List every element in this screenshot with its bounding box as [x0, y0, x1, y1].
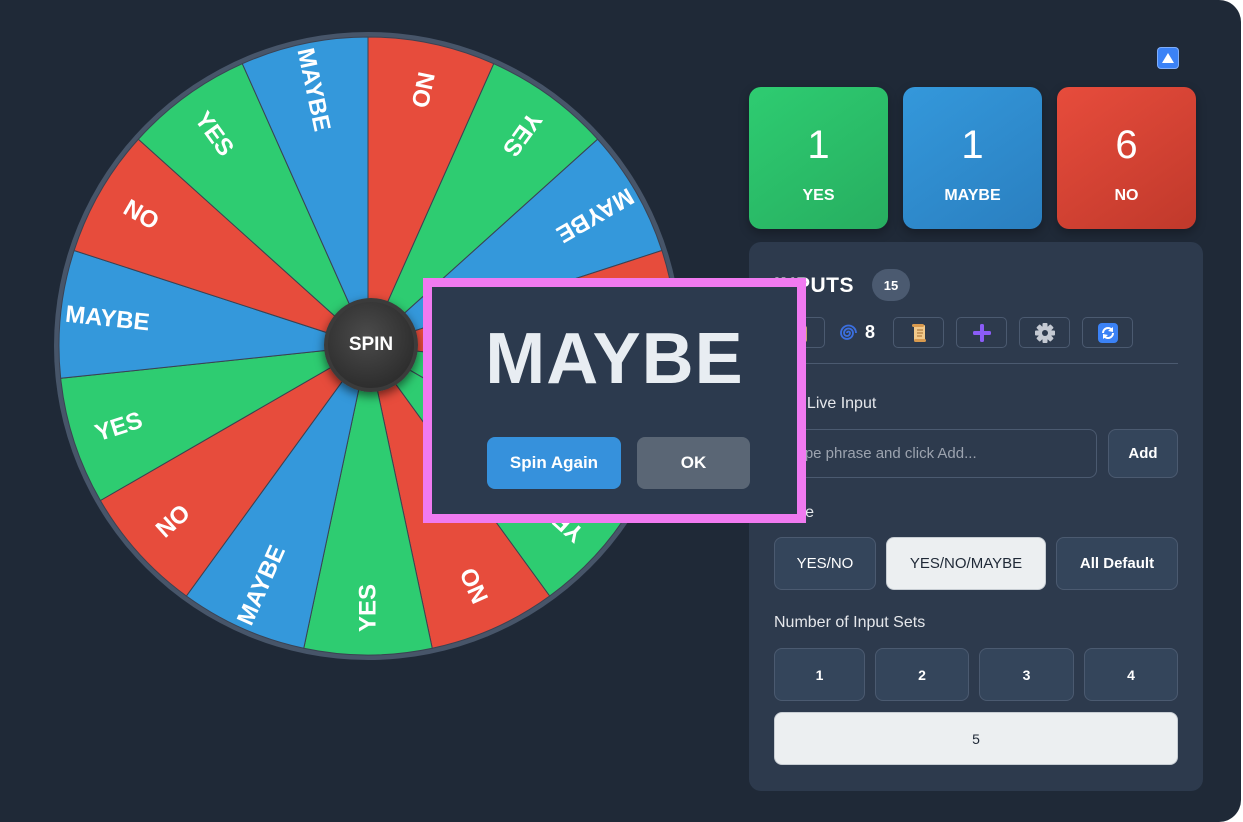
input-sets-1-button[interactable]: 1 — [774, 648, 865, 701]
yes-score-card: 1 YES — [749, 87, 888, 229]
ok-button[interactable]: OK — [637, 437, 750, 489]
input-sets-5-button[interactable]: 5 — [774, 712, 1178, 765]
input-sets-label: Number of Input Sets — [774, 614, 926, 631]
spin-again-button[interactable]: Spin Again — [487, 437, 621, 489]
yes-score-label: YES — [802, 187, 835, 204]
no-score-card: 6 NO — [1057, 87, 1196, 229]
inputs-panel: INPUTS 15 8 Add Live Input Type phrase a… — [749, 242, 1203, 791]
input-sets-3-button[interactable]: 3 — [979, 648, 1074, 701]
refresh-button[interactable] — [1082, 317, 1133, 348]
app-background: YESMAYBENOYESYESNOYESMAYBENOYESMAYBENOYE… — [0, 0, 1241, 822]
add-item-button[interactable] — [956, 317, 1007, 348]
maybe-score-label: MAYBE — [944, 187, 1001, 204]
yes-score-value: 1 — [807, 123, 830, 167]
triangle-up-icon — [1162, 53, 1174, 63]
wheel-segment-label: YES — [355, 584, 382, 632]
no-score-value: 6 — [1115, 123, 1138, 167]
maybe-score-card: 1 MAYBE — [903, 87, 1042, 229]
scroll-icon — [911, 323, 926, 342]
input-sets-2-button[interactable]: 2 — [875, 648, 969, 701]
live-input-field[interactable] — [774, 429, 1097, 478]
input-count-badge: 15 — [872, 269, 910, 301]
result-text: MAYBE — [485, 319, 744, 399]
add-button[interactable]: Add — [1108, 429, 1178, 478]
input-sets-4-button[interactable]: 4 — [1084, 648, 1178, 701]
gear-icon — [1034, 322, 1055, 343]
scroll-button[interactable] — [893, 317, 944, 348]
spin-button[interactable]: SPIN — [324, 298, 418, 392]
mode-yes-no-button[interactable]: YES/NO — [774, 537, 876, 590]
plus-icon — [972, 323, 991, 342]
no-score-label: NO — [1114, 187, 1139, 204]
panel-divider — [774, 363, 1178, 364]
mode-all-default-button[interactable]: All Default — [1056, 537, 1178, 590]
spiral-counter: 8 — [837, 322, 875, 343]
maybe-score-value: 1 — [961, 123, 984, 167]
spiral-count: 8 — [865, 322, 876, 342]
refresh-icon — [1097, 322, 1118, 343]
mode-yes-no-maybe-button[interactable]: YES/NO/MAYBE — [886, 537, 1046, 590]
collapse-toggle-button[interactable] — [1157, 47, 1179, 69]
settings-button[interactable] — [1019, 317, 1070, 348]
result-modal: MAYBE Spin Again OK — [423, 278, 806, 523]
spiral-icon — [840, 324, 857, 340]
